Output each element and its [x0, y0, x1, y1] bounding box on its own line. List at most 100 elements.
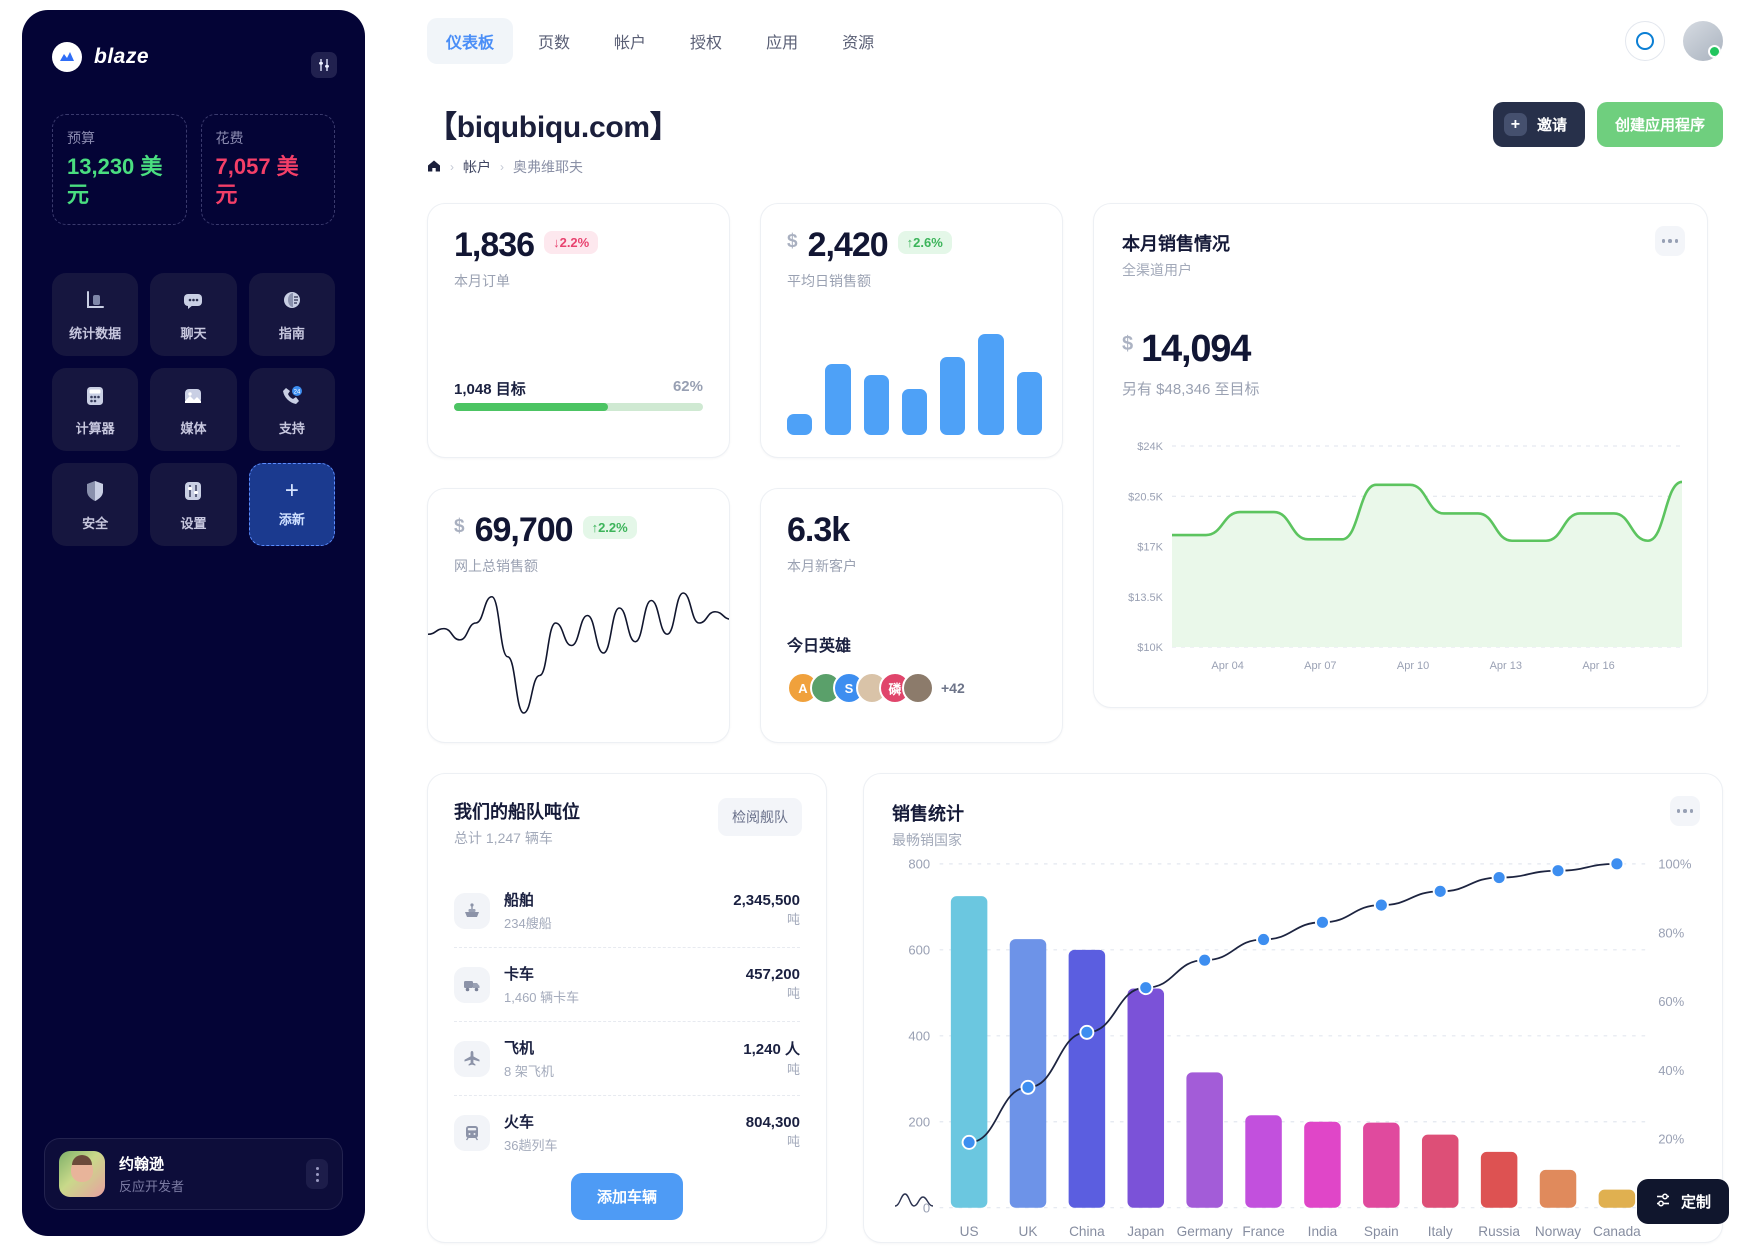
circle-icon[interactable]: [1625, 21, 1665, 61]
fleet-row-unit: 吨: [786, 1134, 800, 1149]
tab-pages[interactable]: 页数: [519, 18, 589, 64]
sliders-icon[interactable]: [311, 52, 337, 78]
svg-text:400: 400: [908, 1029, 930, 1044]
svg-text:80%: 80%: [1658, 925, 1684, 940]
svg-text:600: 600: [908, 943, 930, 958]
inspect-fleet-button[interactable]: 检阅舰队: [718, 798, 802, 836]
card-orders[interactable]: 1,836 ↓2.2% 本月订单 1,048 目标 62%: [427, 203, 730, 458]
kebab-menu-icon[interactable]: [1670, 796, 1700, 826]
spend-card[interactable]: 花费 7,057 美元: [200, 114, 335, 225]
card-monthly-sales[interactable]: 本月销售情况 全渠道用户 $ 14,094 另有 $48,346 至目标 $24…: [1093, 203, 1708, 708]
breadcrumb-item-accounts[interactable]: 帐户: [463, 157, 491, 177]
fleet-row-value: 1,240 人: [743, 1041, 800, 1058]
sidebar-item-chat[interactable]: 聊天: [150, 273, 237, 356]
heroes-avatar-group[interactable]: A S 磷 +42: [787, 672, 965, 704]
total-value-row: $ 69,700 ↑2.2%: [454, 513, 703, 547]
fleet-row-text: 火车 36趟列车: [504, 1111, 557, 1154]
table-row[interactable]: 船舶 234艘船 2,345,500 吨: [454, 874, 800, 948]
tab-accounts[interactable]: 帐户: [595, 18, 665, 64]
table-row[interactable]: 飞机 8 架飞机 1,240 人 吨: [454, 1022, 800, 1096]
invite-button[interactable]: + 邀请: [1492, 102, 1585, 147]
kpi-and-sales-row: 1,836 ↓2.2% 本月订单 1,048 目标 62% $ 2,420 ↑2…: [427, 203, 1723, 743]
svg-text:Apr 07: Apr 07: [1304, 660, 1336, 672]
orders-goal-pct: 62%: [672, 378, 703, 395]
svg-text:200: 200: [908, 1114, 930, 1129]
mini-bar: [825, 363, 851, 435]
sidebar-item-settings[interactable]: 设置: [150, 463, 237, 546]
fleet-row-name: 飞机: [504, 1040, 535, 1057]
fleet-row-values: 2,345,500 吨: [733, 892, 800, 929]
home-icon[interactable]: [427, 159, 441, 176]
tab-resources[interactable]: 资源: [823, 18, 893, 64]
svg-text:Canada: Canada: [1593, 1224, 1641, 1239]
card-avg-sales[interactable]: $ 2,420 ↑2.6% 平均日销售额: [760, 203, 1063, 458]
spend-value: 7,057 美元: [215, 154, 299, 207]
customize-button[interactable]: 定制: [1636, 1179, 1729, 1224]
invite-label: 邀请: [1536, 117, 1567, 134]
kebab-menu-icon[interactable]: [306, 1159, 328, 1189]
monthly-sales-value-row: $ 14,094: [1122, 330, 1679, 368]
sidebar-item-support[interactable]: 24 支持: [248, 368, 335, 451]
kebab-menu-icon[interactable]: [1655, 226, 1685, 256]
mini-bar: [787, 414, 813, 435]
wave-chart-icon[interactable]: [894, 1189, 934, 1214]
svg-text:Russia: Russia: [1478, 1224, 1520, 1239]
sliders-settings-icon: [180, 478, 206, 504]
total-sales-sparkline: [428, 592, 729, 714]
sidebar-item-label: 统计数据: [69, 325, 122, 341]
add-vehicle-button[interactable]: 添加车辆: [570, 1173, 684, 1220]
svg-text:France: France: [1242, 1224, 1284, 1239]
fleet-row-value: 804,300: [745, 1114, 800, 1131]
svg-text:Japan: Japan: [1127, 1224, 1164, 1239]
breadcrumb-item-current: 奥弗维耶夫: [513, 159, 583, 175]
sidebar-profile[interactable]: 约翰逊 反应开发者: [44, 1138, 343, 1210]
svg-text:$24K: $24K: [1137, 441, 1163, 453]
sidebar-item-stats[interactable]: 统计数据: [52, 273, 139, 356]
sidebar-top: blaze 预算 13,230 美元 花费 7,057 美元: [22, 10, 365, 225]
fleet-row-values: 1,240 人 吨: [743, 1038, 800, 1079]
table-row[interactable]: 火车 36趟列车 804,300 吨: [454, 1096, 800, 1169]
avatar[interactable]: [902, 672, 934, 704]
sidebar-item-media[interactable]: 媒体: [150, 368, 237, 451]
stats-title: 销售统计: [892, 804, 964, 824]
sidebar-item-add-new[interactable]: + 添新: [248, 463, 335, 546]
tab-apps[interactable]: 应用: [747, 18, 817, 64]
fleet-row-value: 2,345,500: [733, 892, 800, 909]
total-currency: $: [454, 516, 465, 537]
card-sales-statistics[interactable]: 销售统计 最畅销国家 02004006008000%20%40%60%80%10…: [863, 773, 1723, 1243]
orders-progress-track: [454, 403, 703, 411]
sidebar-item-guide[interactable]: 指南: [248, 273, 335, 356]
svg-text:100%: 100%: [1658, 857, 1692, 872]
sidebar-item-calculator[interactable]: 计算器: [52, 368, 139, 451]
card-total-sales[interactable]: $ 69,700 ↑2.2% 网上总销售额: [427, 488, 730, 743]
brand[interactable]: blaze: [52, 42, 335, 72]
fleet-row-unit: 吨: [786, 912, 800, 927]
mini-bar: [901, 389, 928, 435]
budget-row: 预算 13,230 美元 花费 7,057 美元: [52, 114, 335, 225]
svg-text:$20.5K: $20.5K: [1128, 491, 1164, 503]
book-guide-icon: [279, 288, 305, 314]
svg-text:24: 24: [293, 389, 300, 395]
table-row[interactable]: 卡车 1,460 辆卡车 457,200 吨: [454, 948, 800, 1022]
svg-text:Apr 10: Apr 10: [1397, 660, 1429, 672]
user-avatar-icon[interactable]: [1683, 21, 1723, 61]
calculator-icon: [82, 383, 108, 409]
plus-icon: +: [284, 476, 299, 504]
page-title: 【biqubiqu.com】: [427, 111, 680, 144]
sidebar-tiles: 统计数据 聊天 指南 计算器 媒体 24 支持 安全 设置 + 添新: [52, 273, 335, 546]
monthly-sales-area-chart: $24K $20.5K $17K $13.5K $10K Apr 04 Apr 07 Apr …: [1128, 441, 1683, 672]
tab-bar: 仪表板 页数 帐户 授权 应用 资源: [427, 18, 893, 64]
page-actions: + 邀请 创建应用程序: [1492, 102, 1723, 147]
monthly-sales-currency: $: [1122, 333, 1134, 355]
profile-name: 约翰逊: [119, 1156, 165, 1173]
fleet-row-name: 卡车: [504, 966, 535, 983]
tab-auth[interactable]: 授权: [671, 18, 741, 64]
tab-dashboard[interactable]: 仪表板: [427, 18, 514, 64]
card-new-customers[interactable]: 6.3k 本月新客户 今日英雄 A S 磷 +42: [760, 488, 1063, 743]
sidebar-item-security[interactable]: 安全: [52, 463, 139, 546]
customize-label: 定制: [1680, 1194, 1711, 1211]
card-fleet[interactable]: 我们的船队吨位 总计 1,247 辆车 检阅舰队 船舶 234艘船 2,345,…: [427, 773, 827, 1243]
budget-card[interactable]: 预算 13,230 美元: [52, 114, 187, 225]
svg-text:Apr 13: Apr 13: [1490, 660, 1522, 672]
create-app-button[interactable]: 创建应用程序: [1596, 102, 1723, 147]
